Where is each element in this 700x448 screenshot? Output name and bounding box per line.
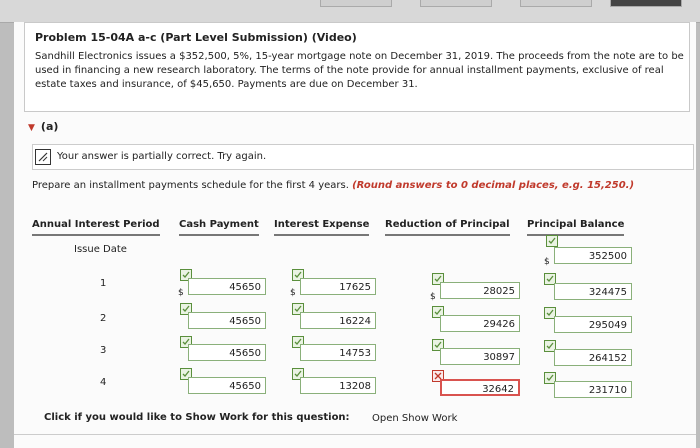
- column-header-interest: Interest Expense: [274, 219, 370, 236]
- top-nav-button[interactable]: [610, 0, 682, 7]
- currency-symbol: $: [178, 288, 184, 298]
- reduction-principal-input[interactable]: 28025: [440, 282, 520, 299]
- principal-balance-input[interactable]: 295049: [554, 316, 632, 333]
- reduction-principal-input[interactable]: 29426: [440, 315, 520, 332]
- period-label: 1: [100, 278, 107, 289]
- column-header-reduction: Reduction of Principal: [385, 219, 510, 236]
- show-work-label: Click if you would like to Show Work for…: [44, 412, 350, 423]
- cash-payment-input[interactable]: 45650: [188, 377, 266, 394]
- column-header-period: Annual Interest Period: [32, 219, 160, 236]
- period-label: 2: [100, 313, 107, 324]
- part-label: (a): [40, 120, 59, 133]
- principal-balance-input[interactable]: 264152: [554, 349, 632, 366]
- top-nav-button[interactable]: [320, 0, 392, 7]
- currency-symbol: $: [430, 292, 436, 302]
- top-nav-button[interactable]: [420, 0, 492, 7]
- collapse-triangle-icon[interactable]: ▼: [28, 123, 35, 133]
- feedback-message: Your answer is partially correct. Try ag…: [57, 151, 267, 162]
- problem-title: Problem 15-04A a-c (Part Level Submissio…: [35, 31, 357, 44]
- reduction-principal-input[interactable]: 30897: [440, 348, 520, 365]
- column-header-balance: Principal Balance: [527, 219, 625, 236]
- issue-balance-input[interactable]: 352500: [554, 247, 632, 264]
- currency-symbol: $: [290, 288, 296, 298]
- instructions-text: Prepare an installment payments schedule…: [32, 180, 349, 191]
- period-label: 4: [100, 377, 107, 388]
- issue-date-label: Issue Date: [74, 244, 127, 255]
- currency-symbol: $: [544, 257, 550, 267]
- reduction-principal-input[interactable]: 32642: [440, 379, 520, 396]
- open-show-work-link[interactable]: Open Show Work: [372, 413, 457, 424]
- principal-balance-input[interactable]: 324475: [554, 283, 632, 300]
- browser-top-bar: [0, 0, 700, 23]
- column-header-cash: Cash Payment: [179, 219, 259, 236]
- cash-payment-input[interactable]: 45650: [188, 344, 266, 361]
- top-nav-button[interactable]: [520, 0, 592, 7]
- problem-text: Sandhill Electronics issues a $352,500, …: [35, 51, 684, 90]
- interest-expense-input[interactable]: 16224: [300, 312, 376, 329]
- instructions: Prepare an installment payments schedule…: [32, 180, 652, 192]
- feedback-banner: Your answer is partially correct. Try ag…: [32, 144, 694, 170]
- principal-balance-input[interactable]: 231710: [554, 381, 632, 398]
- partial-check-icon: [35, 149, 51, 165]
- question-card: Problem 15-04A a-c (Part Level Submissio…: [14, 22, 696, 448]
- interest-expense-input[interactable]: 14753: [300, 344, 376, 361]
- divider: [14, 434, 696, 435]
- cash-payment-input[interactable]: 45650: [188, 278, 266, 295]
- problem-header: Problem 15-04A a-c (Part Level Submissio…: [24, 22, 690, 112]
- part-header[interactable]: ▼ (a): [28, 120, 58, 133]
- cash-payment-input[interactable]: 45650: [188, 312, 266, 329]
- interest-expense-input[interactable]: 13208: [300, 377, 376, 394]
- interest-expense-input[interactable]: 17625: [300, 278, 376, 295]
- correct-check-icon: [546, 235, 558, 247]
- rounding-note: (Round answers to 0 decimal places, e.g.…: [352, 180, 635, 191]
- period-label: 3: [100, 345, 107, 356]
